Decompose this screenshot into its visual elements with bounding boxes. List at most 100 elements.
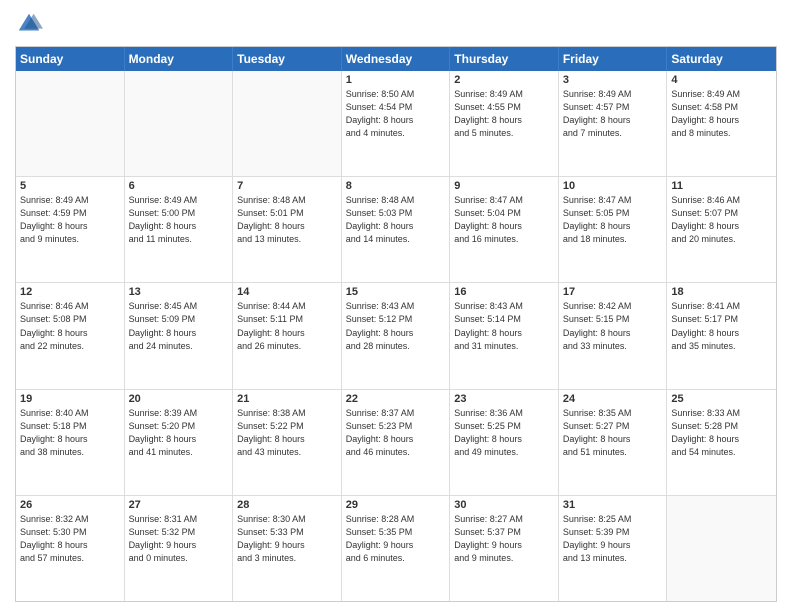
empty-cell-0-0: [16, 71, 125, 176]
day-info: Sunrise: 8:48 AM Sunset: 5:01 PM Dayligh…: [237, 194, 337, 246]
day-info: Sunrise: 8:48 AM Sunset: 5:03 PM Dayligh…: [346, 194, 446, 246]
header-sunday: Sunday: [16, 47, 125, 71]
day-info: Sunrise: 8:44 AM Sunset: 5:11 PM Dayligh…: [237, 300, 337, 352]
day-info: Sunrise: 8:25 AM Sunset: 5:39 PM Dayligh…: [563, 513, 663, 565]
day-cell-17: 17Sunrise: 8:42 AM Sunset: 5:15 PM Dayli…: [559, 283, 668, 388]
day-info: Sunrise: 8:33 AM Sunset: 5:28 PM Dayligh…: [671, 407, 772, 459]
day-info: Sunrise: 8:43 AM Sunset: 5:14 PM Dayligh…: [454, 300, 554, 352]
day-cell-12: 12 Sunrise: 8:46 AM Sunset: 5:08 PM Dayli…: [16, 283, 125, 388]
day-info: Sunrise: 8:30 AM Sunset: 5:33 PM Dayligh…: [237, 513, 337, 565]
day-cell-26: 26 Sunrise: 8:32 AM Sunset: 5:30 PM Dayli…: [16, 496, 125, 601]
day-number: 15: [346, 286, 446, 298]
calendar-row-1: 5 Sunrise: 8:49 AM Sunset: 4:59 PM Daylig…: [16, 177, 776, 283]
day-info: Sunrise: 8:37 AM Sunset: 5:23 PM Dayligh…: [346, 407, 446, 459]
day-number: 24: [563, 393, 663, 405]
day-info: Sunrise: 8:41 AM Sunset: 5:17 PM Dayligh…: [671, 300, 772, 352]
day-cell-5: 5 Sunrise: 8:49 AM Sunset: 4:59 PM Daylig…: [16, 177, 125, 282]
day-cell-1: 1Sunrise: 8:50 AM Sunset: 4:54 PM Daylig…: [342, 71, 451, 176]
calendar-header: SundayMondayTuesdayWednesdayThursdayFrid…: [16, 47, 776, 71]
day-number: 2: [454, 74, 554, 86]
day-cell-31: 31 Sunrise: 8:25 AM Sunset: 5:39 PM Dayli…: [559, 496, 668, 601]
day-number: 26: [20, 499, 120, 511]
day-number: 25: [671, 393, 772, 405]
day-number: 31: [563, 499, 663, 511]
day-info: Sunrise: 8:35 AM Sunset: 5:27 PM Dayligh…: [563, 407, 663, 459]
day-info: Sunrise: 8:32 AM Sunset: 5:30 PM Dayligh…: [20, 513, 120, 565]
day-cell-25: 25 Sunrise: 8:33 AM Sunset: 5:28 PM Dayli…: [667, 390, 776, 495]
calendar-row-4: 26 Sunrise: 8:32 AM Sunset: 5:30 PM Dayli…: [16, 496, 776, 601]
page: SundayMondayTuesdayWednesdayThursdayFrid…: [0, 0, 792, 612]
calendar: SundayMondayTuesdayWednesdayThursdayFrid…: [15, 46, 777, 602]
day-cell-9: 9Sunrise: 8:47 AM Sunset: 5:04 PM Daylig…: [450, 177, 559, 282]
day-number: 6: [129, 180, 229, 192]
day-cell-10: 10 Sunrise: 8:47 AM Sunset: 5:05 PM Dayli…: [559, 177, 668, 282]
day-info: Sunrise: 8:49 AM Sunset: 4:55 PM Dayligh…: [454, 88, 554, 140]
day-cell-29: 29 Sunrise: 8:28 AM Sunset: 5:35 PM Dayli…: [342, 496, 451, 601]
empty-cell-0-1: [125, 71, 234, 176]
day-number: 18: [671, 286, 772, 298]
empty-cell-0-2: [233, 71, 342, 176]
calendar-row-2: 12 Sunrise: 8:46 AM Sunset: 5:08 PM Dayli…: [16, 283, 776, 389]
day-info: Sunrise: 8:28 AM Sunset: 5:35 PM Dayligh…: [346, 513, 446, 565]
day-number: 5: [20, 180, 120, 192]
day-number: 20: [129, 393, 229, 405]
day-number: 19: [20, 393, 120, 405]
header-tuesday: Tuesday: [233, 47, 342, 71]
day-number: 4: [671, 74, 772, 86]
day-cell-24: 24 Sunrise: 8:35 AM Sunset: 5:27 PM Dayli…: [559, 390, 668, 495]
day-cell-16: 16 Sunrise: 8:43 AM Sunset: 5:14 PM Dayli…: [450, 283, 559, 388]
day-cell-8: 8 Sunrise: 8:48 AM Sunset: 5:03 PM Daylig…: [342, 177, 451, 282]
header-monday: Monday: [125, 47, 234, 71]
day-number: 14: [237, 286, 337, 298]
day-info: Sunrise: 8:47 AM Sunset: 5:04 PM Dayligh…: [454, 194, 554, 246]
day-info: Sunrise: 8:38 AM Sunset: 5:22 PM Dayligh…: [237, 407, 337, 459]
day-info: Sunrise: 8:49 AM Sunset: 4:58 PM Dayligh…: [671, 88, 772, 140]
day-cell-4: 4 Sunrise: 8:49 AM Sunset: 4:58 PM Daylig…: [667, 71, 776, 176]
day-number: 1: [346, 74, 446, 86]
day-info: Sunrise: 8:27 AM Sunset: 5:37 PM Dayligh…: [454, 513, 554, 565]
day-cell-13: 13Sunrise: 8:45 AM Sunset: 5:09 PM Dayli…: [125, 283, 234, 388]
day-cell-28: 28 Sunrise: 8:30 AM Sunset: 5:33 PM Dayli…: [233, 496, 342, 601]
day-number: 8: [346, 180, 446, 192]
day-info: Sunrise: 8:47 AM Sunset: 5:05 PM Dayligh…: [563, 194, 663, 246]
day-cell-2: 2 Sunrise: 8:49 AM Sunset: 4:55 PM Daylig…: [450, 71, 559, 176]
day-cell-14: 14 Sunrise: 8:44 AM Sunset: 5:11 PM Dayli…: [233, 283, 342, 388]
day-cell-18: 18 Sunrise: 8:41 AM Sunset: 5:17 PM Dayli…: [667, 283, 776, 388]
day-info: Sunrise: 8:43 AM Sunset: 5:12 PM Dayligh…: [346, 300, 446, 352]
day-info: Sunrise: 8:46 AM Sunset: 5:08 PM Dayligh…: [20, 300, 120, 352]
day-cell-23: 23 Sunrise: 8:36 AM Sunset: 5:25 PM Dayli…: [450, 390, 559, 495]
day-number: 13: [129, 286, 229, 298]
day-cell-15: 15 Sunrise: 8:43 AM Sunset: 5:12 PM Dayli…: [342, 283, 451, 388]
calendar-row-3: 19 Sunrise: 8:40 AM Sunset: 5:18 PM Dayli…: [16, 390, 776, 496]
day-number: 7: [237, 180, 337, 192]
day-cell-30: 30Sunrise: 8:27 AM Sunset: 5:37 PM Dayli…: [450, 496, 559, 601]
day-cell-19: 19 Sunrise: 8:40 AM Sunset: 5:18 PM Dayli…: [16, 390, 125, 495]
day-number: 23: [454, 393, 554, 405]
day-number: 16: [454, 286, 554, 298]
day-number: 21: [237, 393, 337, 405]
empty-cell-4-6: [667, 496, 776, 601]
day-info: Sunrise: 8:49 AM Sunset: 5:00 PM Dayligh…: [129, 194, 229, 246]
calendar-body: 1Sunrise: 8:50 AM Sunset: 4:54 PM Daylig…: [16, 71, 776, 601]
day-number: 3: [563, 74, 663, 86]
day-cell-22: 22 Sunrise: 8:37 AM Sunset: 5:23 PM Dayli…: [342, 390, 451, 495]
day-info: Sunrise: 8:31 AM Sunset: 5:32 PM Dayligh…: [129, 513, 229, 565]
day-info: Sunrise: 8:40 AM Sunset: 5:18 PM Dayligh…: [20, 407, 120, 459]
header: [15, 10, 777, 38]
day-cell-11: 11Sunrise: 8:46 AM Sunset: 5:07 PM Dayli…: [667, 177, 776, 282]
day-cell-27: 27Sunrise: 8:31 AM Sunset: 5:32 PM Dayli…: [125, 496, 234, 601]
day-number: 22: [346, 393, 446, 405]
day-number: 10: [563, 180, 663, 192]
calendar-row-0: 1Sunrise: 8:50 AM Sunset: 4:54 PM Daylig…: [16, 71, 776, 177]
day-number: 12: [20, 286, 120, 298]
logo-icon: [15, 10, 43, 38]
day-info: Sunrise: 8:36 AM Sunset: 5:25 PM Dayligh…: [454, 407, 554, 459]
day-cell-6: 6 Sunrise: 8:49 AM Sunset: 5:00 PM Daylig…: [125, 177, 234, 282]
day-info: Sunrise: 8:49 AM Sunset: 4:59 PM Dayligh…: [20, 194, 120, 246]
day-number: 28: [237, 499, 337, 511]
day-cell-21: 21 Sunrise: 8:38 AM Sunset: 5:22 PM Dayli…: [233, 390, 342, 495]
day-number: 29: [346, 499, 446, 511]
day-cell-20: 20Sunrise: 8:39 AM Sunset: 5:20 PM Dayli…: [125, 390, 234, 495]
logo: [15, 10, 47, 38]
header-saturday: Saturday: [667, 47, 776, 71]
